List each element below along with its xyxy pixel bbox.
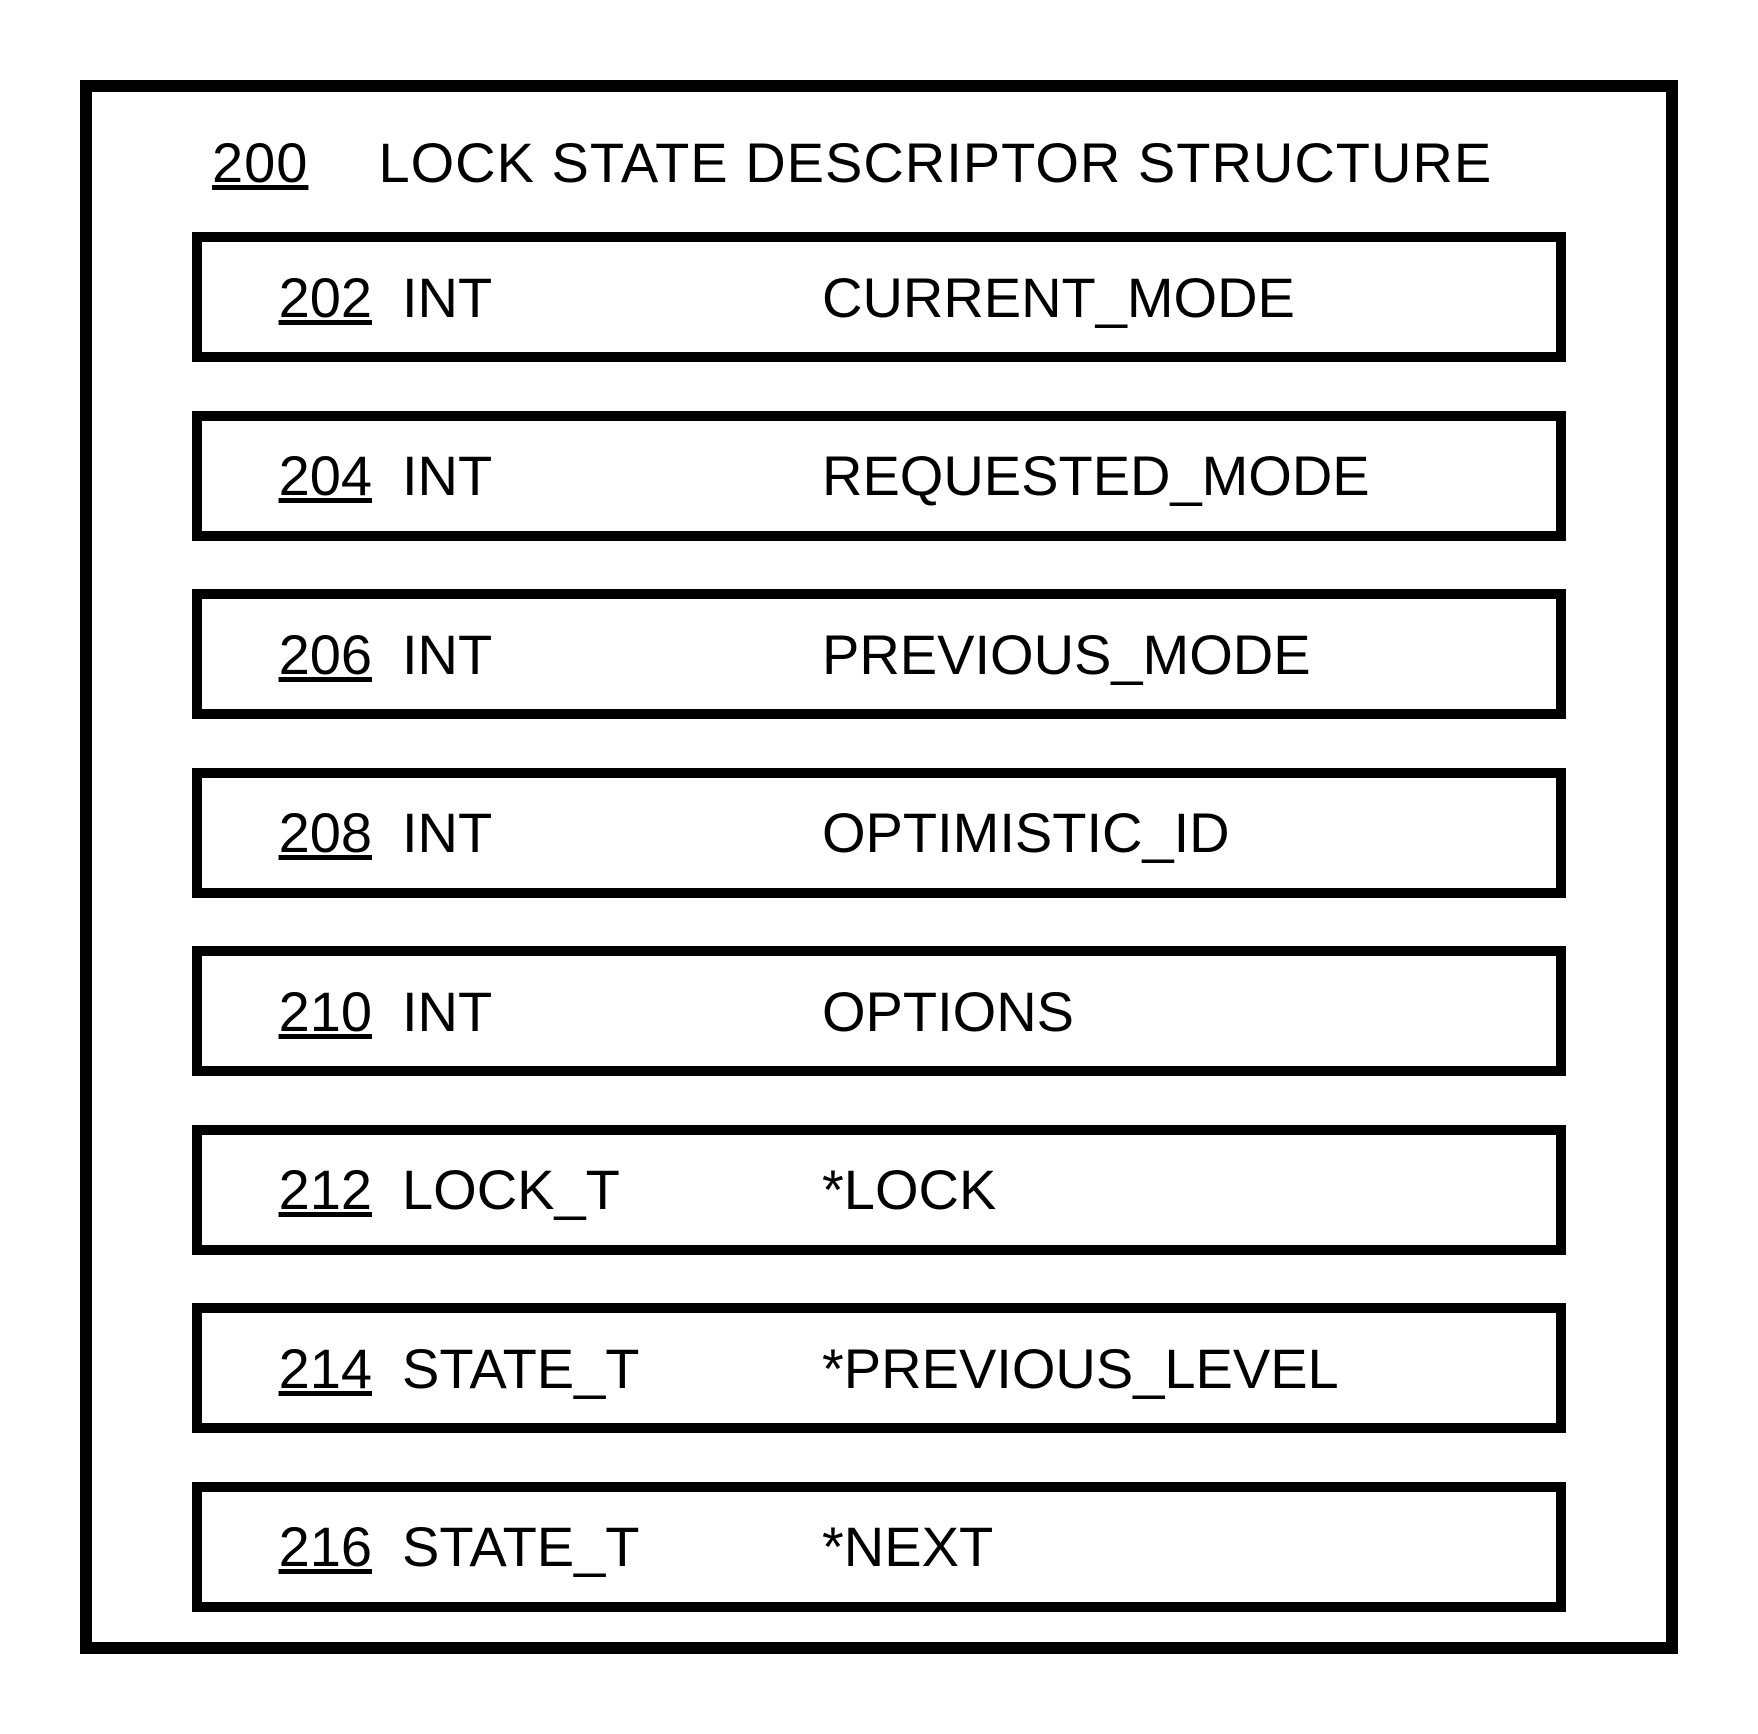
field-row: 210INTOPTIONS	[192, 946, 1566, 1076]
field-row: 208INTOPTIMISTIC_ID	[192, 768, 1566, 898]
field-rows: 202INTCURRENT_MODE204INTREQUESTED_MODE20…	[192, 232, 1566, 1612]
field-ref-number: 210	[202, 979, 402, 1044]
field-name: OPTIMISTIC_ID	[822, 800, 1556, 865]
field-type: INT	[402, 622, 822, 687]
diagram-frame: 200 LOCK STATE DESCRIPTOR STRUCTURE 202I…	[80, 80, 1678, 1654]
field-row: 204INTREQUESTED_MODE	[192, 411, 1566, 541]
field-name: *PREVIOUS_LEVEL	[822, 1336, 1556, 1401]
field-row: 206INTPREVIOUS_MODE	[192, 589, 1566, 719]
field-name: CURRENT_MODE	[822, 265, 1556, 330]
field-type: STATE_T	[402, 1514, 822, 1579]
field-ref-number: 202	[202, 265, 402, 330]
field-row: 212LOCK_T*LOCK	[192, 1125, 1566, 1255]
diagram-header: 200 LOCK STATE DESCRIPTOR STRUCTURE	[212, 122, 1606, 202]
field-type: STATE_T	[402, 1336, 822, 1401]
field-ref-number: 216	[202, 1514, 402, 1579]
field-row: 216STATE_T*NEXT	[192, 1482, 1566, 1612]
field-type: INT	[402, 800, 822, 865]
field-type: INT	[402, 979, 822, 1044]
header-ref-number: 200	[212, 130, 308, 195]
header-title: LOCK STATE DESCRIPTOR STRUCTURE	[378, 130, 1492, 195]
field-ref-number: 206	[202, 622, 402, 687]
field-ref-number: 214	[202, 1336, 402, 1401]
field-type: INT	[402, 443, 822, 508]
field-type: LOCK_T	[402, 1157, 822, 1222]
field-name: OPTIONS	[822, 979, 1556, 1044]
field-name: PREVIOUS_MODE	[822, 622, 1556, 687]
field-ref-number: 208	[202, 800, 402, 865]
field-ref-number: 204	[202, 443, 402, 508]
field-row: 202INTCURRENT_MODE	[192, 232, 1566, 362]
field-type: INT	[402, 265, 822, 330]
field-name: *NEXT	[822, 1514, 1556, 1579]
field-name: *LOCK	[822, 1157, 1556, 1222]
field-row: 214STATE_T*PREVIOUS_LEVEL	[192, 1303, 1566, 1433]
field-ref-number: 212	[202, 1157, 402, 1222]
field-name: REQUESTED_MODE	[822, 443, 1556, 508]
